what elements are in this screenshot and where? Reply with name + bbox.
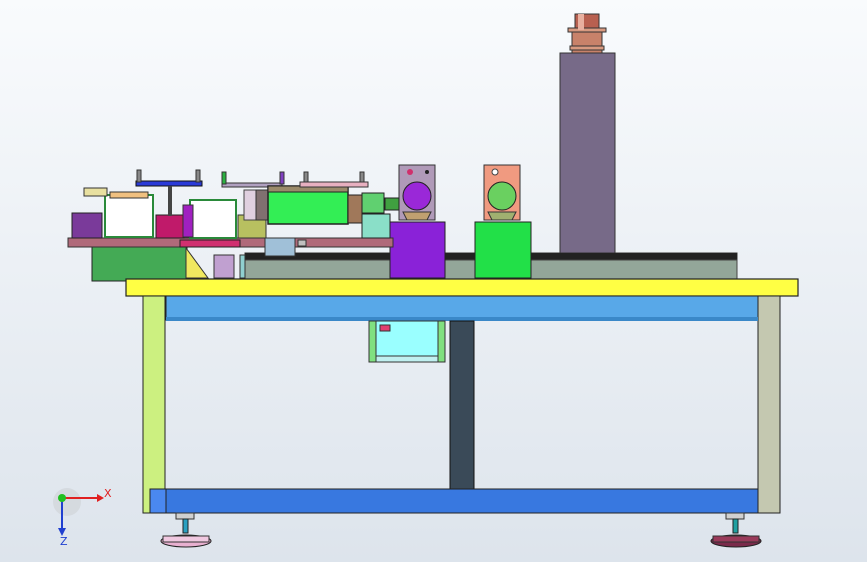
table-top[interactable] [125,278,799,297]
y-axis-point [58,494,66,502]
right-leveling-foot[interactable] [710,512,762,548]
purple-motor-unit[interactable] [389,164,446,279]
green-motor-unit[interactable] [474,164,532,279]
upper-frame-beam[interactable] [165,295,759,321]
drawer-box[interactable] [368,320,446,363]
cad-viewport[interactable]: X Z [0,0,867,562]
left-leg[interactable] [142,295,166,514]
left-leveling-foot[interactable] [160,512,212,548]
z-axis-label: Z [60,535,68,548]
machine-model[interactable]: X Z [0,0,867,562]
x-axis-label: X [104,487,112,500]
right-leg[interactable] [757,295,781,514]
tall-column[interactable] [559,13,616,280]
coordinate-triad: X Z [53,487,112,548]
lower-frame-beam[interactable] [149,488,759,514]
center-post[interactable] [449,320,475,490]
